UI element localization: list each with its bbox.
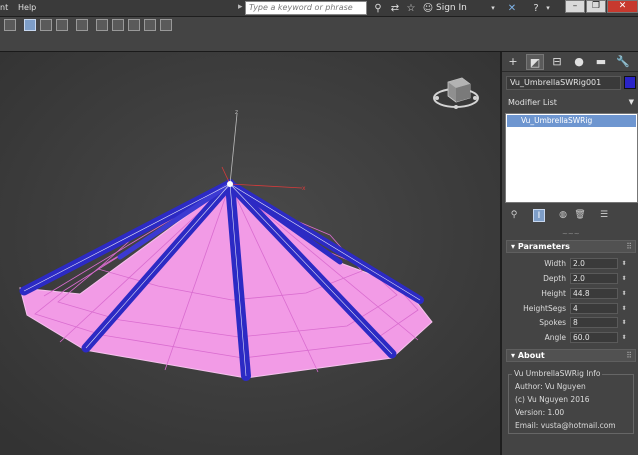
param-row-spokes: Spokes 8 ⬍ bbox=[506, 317, 636, 329]
hierarchy-icon[interactable]: ⊟ bbox=[548, 54, 566, 70]
rollout-toggle-icon: ▾ bbox=[511, 242, 518, 251]
help-icon[interactable]: ? bbox=[529, 1, 543, 16]
height-spinner[interactable]: ⬍ bbox=[620, 288, 628, 299]
binoculars-icon[interactable]: ⚲ bbox=[371, 1, 385, 16]
axis-label-x: x bbox=[302, 185, 306, 192]
menu-item-partial[interactable]: nt bbox=[0, 3, 8, 12]
modifier-list-label: Modifier List bbox=[508, 98, 557, 107]
help-dropdown-icon[interactable]: ▾ bbox=[544, 1, 552, 16]
scene-explorer-icon[interactable] bbox=[24, 19, 36, 31]
rendered-frame-icon[interactable] bbox=[128, 19, 140, 31]
star-icon[interactable]: ☆ bbox=[404, 1, 418, 16]
ribbon-icon[interactable] bbox=[40, 19, 52, 31]
material-editor-icon[interactable] bbox=[96, 19, 108, 31]
param-label-depth: Depth bbox=[543, 274, 566, 283]
about-rollout[interactable]: ▾ About ⠿ bbox=[506, 349, 636, 362]
pin-stack-icon[interactable]: ⚲ bbox=[508, 209, 520, 222]
utilities-icon[interactable]: 🔧 bbox=[614, 54, 632, 70]
axis-label-z: z bbox=[235, 109, 238, 116]
param-label-angle: Angle bbox=[544, 333, 566, 342]
angle-spinner[interactable]: ⬍ bbox=[620, 332, 628, 343]
spokes-spinner[interactable]: ⬍ bbox=[620, 317, 628, 328]
stack-toolbar: ⚲ Ⅰ ◍ 🗑 ☰ bbox=[502, 206, 638, 224]
param-row-angle: Angle 60.0 ⬍ bbox=[506, 332, 636, 344]
param-label-heightsegs: HeightSegs bbox=[523, 304, 566, 313]
display-icon[interactable]: ▬ bbox=[592, 54, 610, 70]
exchange-icon[interactable]: ⇄ bbox=[388, 1, 402, 16]
heightsegs-spinner[interactable]: ⬍ bbox=[620, 303, 628, 314]
sign-in-button[interactable]: Sign In bbox=[436, 3, 467, 13]
param-row-heightsegs: HeightSegs 4 ⬍ bbox=[506, 303, 636, 315]
close-button[interactable]: ✕ bbox=[607, 0, 638, 13]
param-label-width: Width bbox=[544, 259, 566, 268]
modify-icon[interactable]: ◩ bbox=[526, 54, 544, 70]
minimize-button[interactable]: – bbox=[565, 0, 585, 13]
configure-sets-icon[interactable]: ☰ bbox=[598, 209, 610, 222]
modifier-stack[interactable]: Vu_UmbrellaSWRig bbox=[505, 113, 638, 203]
render-setup-icon[interactable] bbox=[112, 19, 124, 31]
dropdown-icon[interactable]: ▾ bbox=[488, 1, 498, 16]
restore-button[interactable]: ❐ bbox=[586, 0, 606, 13]
curve-editor-icon[interactable] bbox=[56, 19, 68, 31]
param-row-depth: Depth 2.0 ⬍ bbox=[506, 273, 636, 285]
about-info-group: Vu UmbrellaSWRig Info Author: Vu Nguyen … bbox=[508, 369, 634, 434]
about-email: Email: vusta@hotmail.com bbox=[515, 421, 616, 430]
param-label-spokes: Spokes bbox=[539, 318, 566, 327]
menu-bar: nt Help ▸ Type a keyword or phrase ⚲ ⇄ ☆… bbox=[0, 0, 638, 17]
command-panel-tabs: + ◩ ⊟ ● ▬ 🔧 bbox=[502, 52, 638, 72]
render-production-icon[interactable] bbox=[144, 19, 156, 31]
menu-item-help[interactable]: Help bbox=[18, 3, 36, 12]
angle-input[interactable]: 60.0 bbox=[570, 332, 618, 343]
heightsegs-input[interactable]: 4 bbox=[570, 303, 618, 314]
stack-item-umbrella[interactable]: Vu_UmbrellaSWRig bbox=[507, 115, 636, 127]
perspective-viewport[interactable]: z x bbox=[0, 52, 500, 455]
object-name-field[interactable]: Vu_UmbrellaSWRig001 bbox=[506, 76, 621, 90]
param-row-width: Width 2.0 ⬍ bbox=[506, 258, 636, 270]
about-version: Version: 1.00 bbox=[515, 408, 565, 417]
width-input[interactable]: 2.0 bbox=[570, 258, 618, 269]
panel-divider: ~~~ bbox=[562, 230, 580, 238]
width-spinner[interactable]: ⬍ bbox=[620, 258, 628, 269]
object-color-swatch[interactable] bbox=[624, 76, 636, 89]
layer-manager-icon[interactable] bbox=[4, 19, 16, 31]
render-iterative-icon[interactable] bbox=[160, 19, 172, 31]
autodesk-x-icon[interactable]: ✕ bbox=[505, 1, 519, 16]
rollout-toggle-icon: ▾ bbox=[511, 351, 518, 360]
height-input[interactable]: 44.8 bbox=[570, 288, 618, 299]
about-author: Author: Vu Nguyen bbox=[515, 382, 586, 391]
depth-input[interactable]: 2.0 bbox=[570, 273, 618, 284]
depth-spinner[interactable]: ⬍ bbox=[620, 273, 628, 284]
rollout-dot-icon: ⠿ bbox=[626, 242, 632, 251]
command-panel: + ◩ ⊟ ● ▬ 🔧 Vu_UmbrellaSWRig001 Modifier… bbox=[500, 52, 638, 455]
parameters-rollout[interactable]: ▾ Parameters ⠿ bbox=[506, 240, 636, 253]
chevron-down-icon: ▼ bbox=[628, 98, 634, 106]
parameters-title: Parameters bbox=[517, 242, 570, 251]
make-unique-icon[interactable]: ◍ bbox=[557, 209, 569, 222]
param-row-height: Height 44.8 ⬍ bbox=[506, 288, 636, 300]
remove-modifier-icon[interactable]: 🗑 bbox=[574, 209, 586, 222]
user-icon[interactable]: ☺ bbox=[421, 1, 435, 16]
schematic-view-icon[interactable] bbox=[76, 19, 88, 31]
rollout-dot-icon: ⠿ bbox=[626, 351, 632, 360]
search-input[interactable]: Type a keyword or phrase bbox=[245, 1, 367, 15]
param-label-height: Height bbox=[541, 289, 566, 298]
about-title: About bbox=[517, 351, 545, 360]
motion-icon[interactable]: ● bbox=[570, 54, 588, 70]
about-copyright: (c) Vu Nguyen 2016 bbox=[515, 395, 590, 404]
about-group-title: Vu UmbrellaSWRig Info bbox=[512, 369, 603, 378]
create-icon[interactable]: + bbox=[504, 54, 522, 70]
umbrella-model: z x bbox=[0, 52, 500, 455]
modifier-list-dropdown[interactable]: Modifier List ▼ bbox=[506, 96, 636, 110]
spokes-input[interactable]: 8 bbox=[570, 317, 618, 328]
show-end-result-icon[interactable]: Ⅰ bbox=[533, 209, 545, 222]
